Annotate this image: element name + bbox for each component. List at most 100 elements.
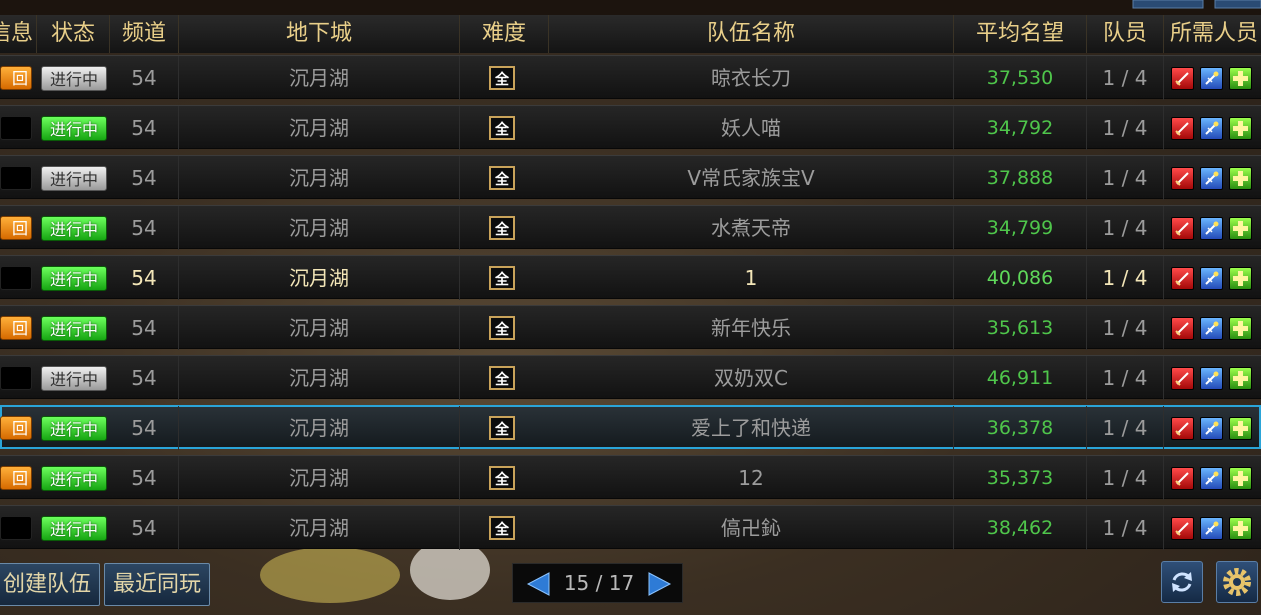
return-button[interactable] [0, 516, 32, 540]
staff-icon [1200, 417, 1223, 440]
status-badge: 进行中 [41, 466, 107, 491]
return-button[interactable] [0, 116, 32, 140]
difficulty-badge: 全 [489, 366, 515, 390]
recent-play-button[interactable]: 最近同玩 [104, 563, 211, 606]
difficulty-badge: 全 [489, 66, 515, 90]
settings-button[interactable] [1216, 561, 1258, 603]
sword-icon [1171, 367, 1194, 390]
staff-icon [1200, 317, 1223, 340]
team-name-cell: 水煮天帝 [549, 206, 954, 250]
members-cell: 1 / 4 [1087, 56, 1164, 100]
team-name-cell: 妖人喵 [549, 106, 954, 150]
staff-icon [1200, 217, 1223, 240]
members-cell: 1 / 4 [1087, 256, 1164, 300]
channel-cell: 54 [110, 456, 179, 500]
plus-icon [1229, 317, 1252, 340]
table-row[interactable]: 进行中 54 沉月湖 全 1 40,086 1 / 4 [0, 255, 1261, 300]
plus-icon [1229, 167, 1252, 190]
channel-cell: 54 [110, 206, 179, 250]
staff-icon [1200, 367, 1223, 390]
reputation-cell: 40,086 [954, 256, 1087, 300]
settings-gear-icon [1223, 568, 1251, 596]
plus-icon [1229, 367, 1252, 390]
sword-icon [1171, 467, 1194, 490]
team-name-cell: 爱上了和快递 [549, 406, 954, 450]
dungeon-cell: 沉月湖 [179, 206, 460, 250]
staff-icon [1200, 267, 1223, 290]
return-button[interactable]: 回 [0, 66, 32, 90]
create-team-button[interactable]: 创建队伍 [0, 563, 101, 606]
status-badge: 进行中 [41, 366, 107, 391]
table-row[interactable]: 进行中 54 沉月湖 全 傐卍鈊 38,462 1 / 4 [0, 505, 1261, 550]
col-dungeon: 地下城 [179, 15, 460, 53]
plus-icon [1229, 117, 1252, 140]
team-name-cell: 新年快乐 [549, 306, 954, 350]
table-header: 信息 状态 频道 地下城 难度 队伍名称 平均名望 队员 所需人员 [0, 15, 1261, 53]
members-cell: 1 / 4 [1087, 206, 1164, 250]
sword-icon [1171, 317, 1194, 340]
return-button[interactable] [0, 366, 32, 390]
reputation-cell: 37,530 [954, 56, 1087, 100]
sword-icon [1171, 267, 1194, 290]
return-button[interactable]: 回 [0, 216, 32, 240]
page-indicator: 15 / 17 [563, 571, 635, 595]
return-button[interactable] [0, 266, 32, 290]
dungeon-cell: 沉月湖 [179, 306, 460, 350]
return-button[interactable]: 回 [0, 316, 32, 340]
dungeon-cell: 沉月湖 [179, 256, 460, 300]
table-row[interactable]: 回进行中 54 沉月湖 全 水煮天帝 34,799 1 / 4 [0, 205, 1261, 250]
status-badge: 进行中 [41, 316, 107, 341]
team-name-cell: 晾衣长刀 [549, 56, 954, 100]
col-members: 队员 [1087, 15, 1164, 53]
reputation-cell: 34,792 [954, 106, 1087, 150]
sword-icon [1171, 67, 1194, 90]
col-info: 信息 [0, 15, 37, 53]
staff-icon [1200, 67, 1223, 90]
dungeon-cell: 沉月湖 [179, 356, 460, 400]
col-team-name: 队伍名称 [549, 15, 954, 53]
status-badge: 进行中 [41, 416, 107, 441]
sword-icon [1171, 417, 1194, 440]
members-cell: 1 / 4 [1087, 106, 1164, 150]
channel-cell: 54 [110, 506, 179, 550]
team-name-cell: 1 [549, 256, 954, 300]
sword-icon [1171, 517, 1194, 540]
pagination: 15 / 17 [512, 563, 683, 603]
reputation-cell: 34,799 [954, 206, 1087, 250]
channel-cell: 54 [110, 106, 179, 150]
dungeon-cell: 沉月湖 [179, 406, 460, 450]
refresh-button[interactable] [1161, 561, 1203, 603]
sword-icon [1171, 117, 1194, 140]
status-badge: 进行中 [41, 516, 107, 541]
staff-icon [1200, 117, 1223, 140]
team-name-cell: 12 [549, 456, 954, 500]
plus-icon [1229, 67, 1252, 90]
table-row[interactable]: 回进行中 54 沉月湖 全 爱上了和快递 36,378 1 / 4 [0, 405, 1261, 450]
return-button[interactable] [0, 166, 32, 190]
difficulty-badge: 全 [489, 316, 515, 340]
status-badge: 进行中 [41, 216, 107, 241]
status-badge: 进行中 [41, 116, 107, 141]
return-button[interactable]: 回 [0, 416, 32, 440]
next-page-icon[interactable] [647, 571, 673, 597]
sword-icon [1171, 167, 1194, 190]
table-row[interactable]: 进行中 54 沉月湖 全 双奶双C 46,911 1 / 4 [0, 355, 1261, 400]
refresh-icon [1172, 572, 1192, 592]
table-row[interactable]: 回进行中 54 沉月湖 全 新年快乐 35,613 1 / 4 [0, 305, 1261, 350]
dungeon-cell: 沉月湖 [179, 506, 460, 550]
table-row[interactable]: 进行中 54 沉月湖 全 V常氏家族宝V 37,888 1 / 4 [0, 155, 1261, 200]
plus-icon [1229, 217, 1252, 240]
channel-cell: 54 [110, 256, 179, 300]
table-row[interactable]: 回进行中 54 沉月湖 全 12 35,373 1 / 4 [0, 455, 1261, 500]
col-avg-reputation: 平均名望 [954, 15, 1087, 53]
prev-page-icon[interactable] [525, 571, 551, 597]
sword-icon [1171, 217, 1194, 240]
reputation-cell: 36,378 [954, 406, 1087, 450]
table-row[interactable]: 进行中 54 沉月湖 全 妖人喵 34,792 1 / 4 [0, 105, 1261, 150]
table-row[interactable]: 回进行中 54 沉月湖 全 晾衣长刀 37,530 1 / 4 [0, 55, 1261, 100]
return-button[interactable]: 回 [0, 466, 32, 490]
reputation-cell: 38,462 [954, 506, 1087, 550]
channel-cell: 54 [110, 406, 179, 450]
difficulty-badge: 全 [489, 216, 515, 240]
channel-cell: 54 [110, 356, 179, 400]
